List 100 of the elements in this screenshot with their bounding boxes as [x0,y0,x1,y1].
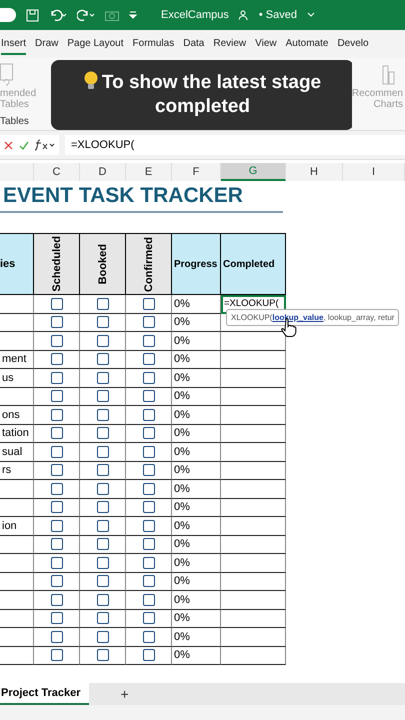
cancel-icon[interactable] [4,140,13,150]
ribbon-tab[interactable]: Draw [35,34,58,54]
column-header[interactable]: I [343,163,405,181]
checkbox[interactable] [96,538,108,550]
checkbox[interactable] [142,575,154,588]
checkbox[interactable] [50,482,62,495]
ribbon-tab[interactable]: Review [213,34,246,54]
checkbox[interactable] [50,612,62,624]
checkbox[interactable] [142,464,154,476]
sheet-tab[interactable]: Project Tracker [0,683,88,705]
save-status[interactable]: • Saved [258,9,297,21]
checkbox[interactable] [142,520,154,532]
checkbox[interactable] [142,316,154,328]
checkbox[interactable] [96,649,108,662]
checkbox[interactable] [50,334,62,347]
checkbox[interactable] [50,649,62,662]
header-cell: Confirmed [126,233,172,295]
checkbox[interactable] [142,649,154,662]
checkbox[interactable] [96,316,108,328]
checkbox[interactable] [96,630,108,643]
checkbox[interactable] [50,501,62,514]
checkbox[interactable] [96,594,108,606]
checkbox[interactable] [96,556,108,569]
checkbox[interactable] [142,482,154,495]
formula-field[interactable]: =XLOOKUP( [65,135,405,155]
column-header[interactable]: H [286,163,343,181]
check-icon[interactable] [19,140,29,150]
ribbon-tab[interactable]: Formulas [132,34,174,54]
checkbox[interactable] [50,556,62,569]
checkbox[interactable] [142,630,154,643]
checkbox[interactable] [50,594,62,606]
lightbulb-icon [84,71,98,91]
checkbox[interactable] [142,427,154,440]
checkbox[interactable] [96,520,108,532]
checkbox[interactable] [50,372,62,384]
checkbox[interactable] [96,612,108,624]
customize-icon[interactable] [129,11,137,19]
checkbox[interactable] [50,630,62,643]
checkbox[interactable] [96,501,108,514]
column-header[interactable]: G [221,163,286,181]
autosave-toggle[interactable] [0,8,16,22]
checkbox[interactable] [96,427,108,440]
checkbox[interactable] [96,334,108,347]
checkbox[interactable] [50,316,62,328]
active-cell[interactable]: =XLOOKUP( [221,295,286,314]
ribbon-tab[interactable]: Insert [1,34,26,54]
header-cell: Completed [221,233,286,295]
function-icon[interactable] [35,139,55,151]
column-header[interactable]: D [80,163,126,181]
checkbox[interactable] [142,501,154,514]
table-cell: 0% [172,388,221,406]
checkbox[interactable] [96,464,108,476]
checkbox[interactable] [96,298,108,310]
table-cell: 0% [172,610,221,628]
table-cell: 0% [172,350,221,369]
chevron-icon[interactable] [306,12,315,18]
checkbox[interactable] [142,538,154,550]
checkbox[interactable] [142,446,154,458]
checkbox[interactable] [50,427,62,440]
ribbon-tab[interactable]: Develo [337,34,369,54]
table-cell: 0% [172,498,221,517]
checkbox[interactable] [50,575,62,588]
table-cell: 0% [172,591,221,610]
checkbox[interactable] [142,334,154,347]
undo-icon[interactable] [49,9,67,21]
checkbox[interactable] [96,408,108,421]
checkbox[interactable] [142,594,154,606]
checkbox[interactable] [142,556,154,569]
checkbox[interactable] [142,298,154,310]
checkbox[interactable] [142,390,154,402]
checkbox[interactable] [142,372,154,384]
column-header[interactable]: E [126,163,172,181]
checkbox[interactable] [96,575,108,588]
redo-icon[interactable] [77,9,95,21]
checkbox[interactable] [50,538,62,550]
checkbox[interactable] [50,353,62,366]
save-icon[interactable] [26,8,39,22]
ribbon-tab[interactable]: Automate [286,34,328,54]
checkbox[interactable] [50,520,62,532]
checkbox[interactable] [50,464,62,476]
ribbon-tab[interactable]: Data [183,34,204,54]
table-cell: ment [0,350,34,369]
checkbox[interactable] [96,482,108,495]
ribbon-tab[interactable]: Page Layout [67,34,124,54]
column-header[interactable]: C [34,163,80,181]
checkbox[interactable] [50,390,62,402]
checkbox[interactable] [50,446,62,458]
workbook-name: ExcelCampus [161,9,229,21]
checkbox[interactable] [50,298,62,310]
checkbox[interactable] [96,353,108,366]
add-sheet-button[interactable]: + [120,686,129,702]
checkbox[interactable] [96,372,108,384]
checkbox[interactable] [142,353,154,366]
ribbon-tab[interactable]: View [255,34,277,54]
checkbox[interactable] [50,408,62,421]
checkbox[interactable] [142,408,154,421]
checkbox[interactable] [96,446,108,458]
checkbox[interactable] [142,612,154,624]
sheet-title: EVENT TASK TRACKER [0,181,283,213]
checkbox[interactable] [96,390,108,402]
